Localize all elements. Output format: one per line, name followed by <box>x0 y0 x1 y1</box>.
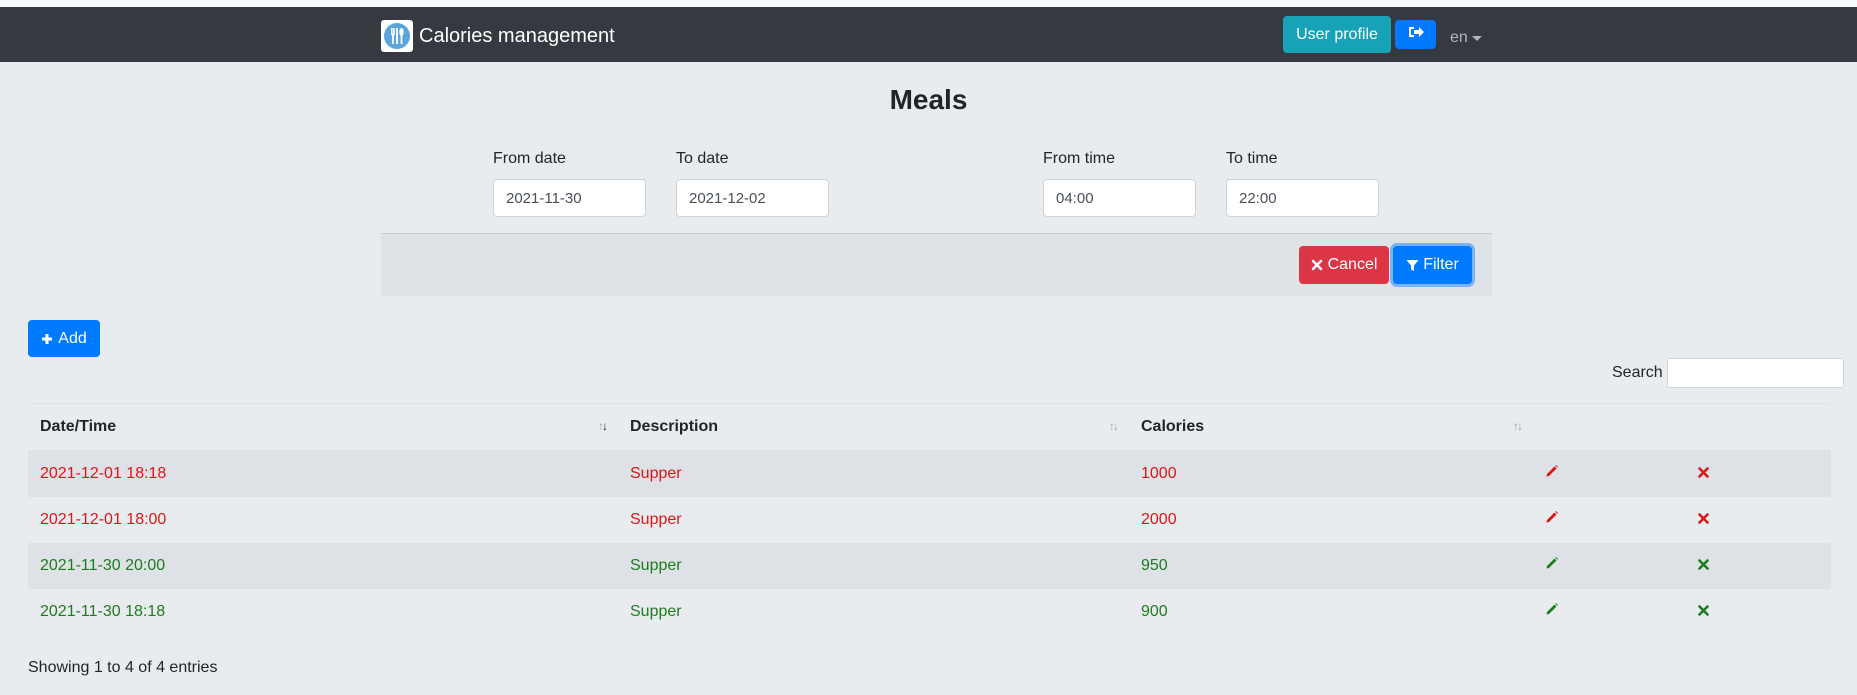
delete-x-icon[interactable] <box>1698 512 1709 524</box>
add-meal-button[interactable]: Add <box>28 320 100 357</box>
meal-calories: 2000 <box>1129 496 1533 543</box>
table-info: Showing 1 to 4 of 4 entries <box>28 659 218 676</box>
apply-filter-button[interactable]: Filter <box>1393 246 1472 284</box>
from-date-label: From date <box>493 150 566 167</box>
cancel-filter-button[interactable]: Cancel <box>1299 246 1389 284</box>
meal-datetime: 2021-11-30 20:00 <box>28 542 618 589</box>
column-header-datetime[interactable]: Date/Time ↑↓ <box>28 403 618 451</box>
filter-icon <box>1406 259 1419 272</box>
to-time-label: To time <box>1226 150 1278 167</box>
meal-calories: 1000 <box>1129 450 1533 497</box>
delete-x-icon[interactable] <box>1698 558 1709 570</box>
meal-description: Supper <box>618 450 1129 497</box>
column-header-delete <box>1686 403 1831 451</box>
from-time-input[interactable] <box>1043 179 1196 217</box>
column-header-description-label: Description <box>630 418 719 435</box>
meal-description: Supper <box>618 496 1129 543</box>
apply-filter-label: Filter <box>1423 256 1459 273</box>
add-meal-label: Add <box>58 329 87 347</box>
search-label: Search <box>1612 364 1663 381</box>
search-input[interactable] <box>1667 358 1844 388</box>
meal-datetime: 2021-11-30 18:18 <box>28 588 618 635</box>
pencil-icon[interactable] <box>1545 602 1559 616</box>
language-label: en <box>1450 29 1468 46</box>
window-top-strip <box>0 0 1857 7</box>
column-header-edit <box>1533 403 1686 451</box>
plus-icon <box>41 333 53 345</box>
from-time-label: From time <box>1043 150 1115 167</box>
column-header-description[interactable]: Description ↑↓ <box>618 403 1129 451</box>
navbar: Calories management User profile en <box>0 7 1857 62</box>
caret-down-icon <box>1471 35 1482 41</box>
meal-calories: 900 <box>1129 588 1533 635</box>
brand-link[interactable]: Calories management <box>381 20 615 52</box>
table-row: 2021-12-01 18:18 Supper 1000 <box>28 450 1831 497</box>
close-icon <box>1311 259 1323 271</box>
sort-icon: ↑↓ <box>1513 419 1523 433</box>
meal-datetime: 2021-12-01 18:18 <box>28 450 618 497</box>
to-date-input[interactable] <box>676 179 829 217</box>
to-date-label: To date <box>676 150 729 167</box>
user-profile-button[interactable]: User profile <box>1283 16 1391 53</box>
sort-desc-icon: ↑↓ <box>598 419 608 433</box>
table-row: 2021-11-30 18:18 Supper 900 <box>28 588 1831 635</box>
meal-datetime: 2021-12-01 18:00 <box>28 496 618 543</box>
pencil-icon[interactable] <box>1545 464 1559 478</box>
cutlery-logo-icon <box>381 20 413 52</box>
delete-x-icon[interactable] <box>1698 466 1709 478</box>
logout-button[interactable] <box>1395 20 1436 49</box>
sign-out-icon <box>1408 25 1424 44</box>
table-row: 2021-12-01 18:00 Supper 2000 <box>28 496 1831 543</box>
to-time-input[interactable] <box>1226 179 1379 217</box>
table-row: 2021-11-30 20:00 Supper 950 <box>28 542 1831 589</box>
pencil-icon[interactable] <box>1545 510 1559 524</box>
delete-x-icon[interactable] <box>1698 604 1709 616</box>
app-title: Calories management <box>419 24 615 47</box>
column-header-calories-label: Calories <box>1141 418 1205 435</box>
meal-description: Supper <box>618 588 1129 635</box>
cancel-filter-label: Cancel <box>1327 256 1378 273</box>
language-dropdown[interactable]: en <box>1450 29 1482 47</box>
column-header-datetime-label: Date/Time <box>40 418 117 435</box>
meals-table: Date/Time ↑↓ Description ↑↓ Calories ↑↓ … <box>28 403 1831 635</box>
page-title: Meals <box>889 84 968 115</box>
meal-calories: 950 <box>1129 542 1533 589</box>
sort-icon: ↑↓ <box>1109 419 1119 433</box>
table-header-row: Date/Time ↑↓ Description ↑↓ Calories ↑↓ <box>28 403 1831 451</box>
meal-description: Supper <box>618 542 1129 589</box>
pencil-icon[interactable] <box>1545 556 1559 570</box>
column-header-calories[interactable]: Calories ↑↓ <box>1129 403 1533 451</box>
from-date-input[interactable] <box>493 179 646 217</box>
